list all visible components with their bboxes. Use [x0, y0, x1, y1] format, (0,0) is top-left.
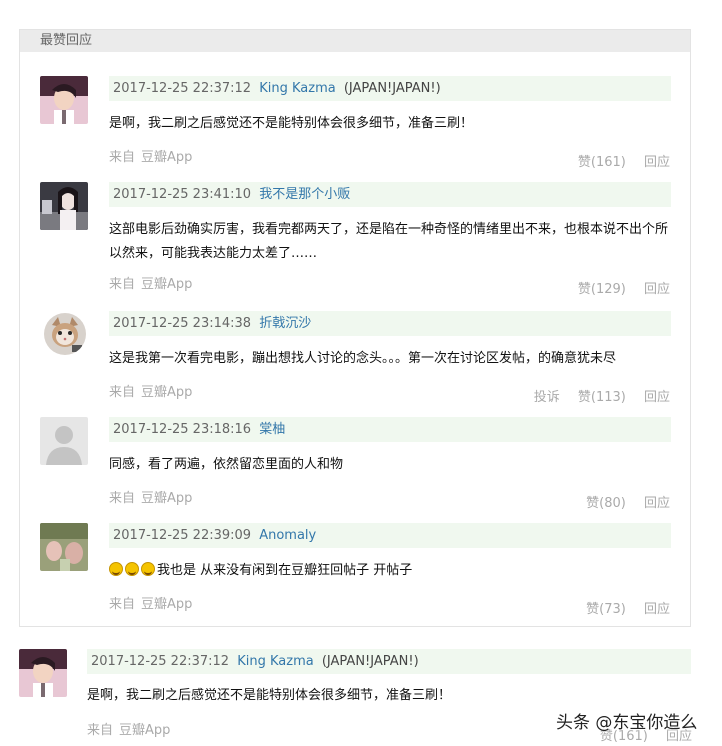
source-prefix: 来自 — [109, 385, 136, 400]
reply-button[interactable]: 回应 — [644, 390, 670, 405]
source-prefix: 来自 — [87, 723, 114, 738]
reply-button[interactable]: 回应 — [644, 496, 670, 511]
comment-actions: 赞(129) 回应 — [564, 278, 670, 297]
source-app-link[interactable]: 豆瓣App — [141, 597, 192, 612]
comment-actions: 赞(80) 回应 — [572, 492, 670, 511]
laughing-emoji-icon — [109, 562, 123, 576]
comment-source: 来自 豆瓣App — [109, 487, 192, 506]
comment-meta: 2017-12-25 22:39:09 Anomaly — [109, 523, 671, 548]
laughing-emoji-icon — [125, 562, 139, 576]
comment-actions: 赞(161) 回应 — [564, 151, 670, 170]
laughing-emoji-icon — [141, 562, 155, 576]
comment-source: 来自 豆瓣App — [109, 146, 192, 165]
like-button[interactable]: 赞(73) — [586, 602, 626, 617]
comment-source: 来自 豆瓣App — [109, 593, 192, 612]
reply-button[interactable]: 回应 — [644, 602, 670, 617]
source-prefix: 来自 — [109, 597, 136, 612]
comment-user-link[interactable]: King Kazma — [237, 654, 313, 669]
comment-source: 来自 豆瓣App — [87, 719, 170, 738]
comment-text: 这部电影后劲确实厉害，我看完都两天了，还是陷在一种奇怪的情绪里出不来，也根本说不… — [109, 222, 669, 261]
comment-time: 2017-12-25 22:37:12 — [91, 654, 230, 669]
comment-source: 来自 豆瓣App — [109, 273, 192, 292]
avatar[interactable] — [44, 313, 86, 355]
comment-time: 2017-12-25 23:41:10 — [113, 187, 252, 202]
comment-meta: 2017-12-25 22:37:12 King Kazma (JAPAN!JA… — [87, 649, 691, 674]
avatar[interactable] — [40, 523, 88, 571]
avatar[interactable] — [19, 649, 67, 697]
comment-user-link[interactable]: Anomaly — [259, 528, 316, 543]
comment-meta: 2017-12-25 23:41:10 我不是那个小贩 — [109, 182, 671, 207]
comment-text: 是啊，我二刷之后感觉还不是能特别体会很多细节，准备三刷！ — [87, 688, 452, 703]
source-app-link[interactable]: 豆瓣App — [141, 385, 192, 400]
reply-button[interactable]: 回应 — [644, 282, 670, 297]
comment-time: 2017-12-25 22:37:12 — [113, 81, 252, 96]
comment-user-extra: (JAPAN!JAPAN!) — [343, 81, 441, 96]
comment-text-body: 我也是 从来没有闲到在豆瓣狂回帖子 开帖子 — [157, 563, 413, 578]
comment-time: 2017-12-25 23:18:16 — [113, 422, 252, 437]
like-button[interactable]: 赞(161) — [578, 155, 626, 170]
comment-time: 2017-12-25 22:39:09 — [113, 528, 252, 543]
comment-user-link[interactable]: King Kazma — [259, 81, 335, 96]
default-avatar[interactable] — [40, 417, 88, 465]
comment-text: 同感，看了两遍，依然留恋里面的人和物 — [109, 457, 344, 472]
source-app-link[interactable]: 豆瓣App — [141, 150, 192, 165]
comment-source: 来自 豆瓣App — [109, 381, 192, 400]
section-title: 最赞回应 — [20, 30, 690, 52]
source-app-link[interactable]: 豆瓣App — [119, 723, 170, 738]
report-button[interactable]: 投诉 — [534, 390, 560, 405]
comment-actions: 投诉 赞(113) 回应 — [520, 386, 670, 405]
avatar[interactable] — [40, 182, 88, 230]
comment-user-link[interactable]: 折戟沉沙 — [259, 316, 311, 331]
like-button[interactable]: 赞(80) — [586, 496, 626, 511]
comment-meta: 2017-12-25 22:37:12 King Kazma (JAPAN!JA… — [109, 76, 671, 101]
source-prefix: 来自 — [109, 277, 136, 292]
comment-user-extra: (JAPAN!JAPAN!) — [321, 654, 419, 669]
reply-button[interactable]: 回应 — [644, 155, 670, 170]
comment-actions: 赞(73) 回应 — [572, 598, 670, 617]
top-replies-panel: 最赞回应 2017-12-25 22:37:12 King Kazma (JAP… — [19, 29, 691, 627]
source-prefix: 来自 — [109, 150, 136, 165]
source-app-link[interactable]: 豆瓣App — [141, 491, 192, 506]
like-button[interactable]: 赞(129) — [578, 282, 626, 297]
comment-text: 我也是 从来没有闲到在豆瓣狂回帖子 开帖子 — [109, 559, 679, 583]
comment-time: 2017-12-25 23:14:38 — [113, 316, 252, 331]
comment-text: 这是我第一次看完电影，蹦出想找人讨论的念头。。。第一次在讨论区发帖，的确意犹未尽 — [109, 351, 617, 366]
source-app-link[interactable]: 豆瓣App — [141, 277, 192, 292]
comment-meta: 2017-12-25 23:18:16 棠柚 — [109, 417, 671, 442]
like-button[interactable]: 赞(113) — [578, 390, 626, 405]
source-prefix: 来自 — [109, 491, 136, 506]
comment-text: 是啊，我二刷之后感觉还不是能特别体会很多细节，准备三刷！ — [109, 116, 474, 131]
watermark: 头条 @东宝你造么 — [556, 713, 698, 733]
comment-meta: 2017-12-25 23:14:38 折戟沉沙 — [109, 311, 671, 336]
avatar[interactable] — [40, 76, 88, 124]
comment-user-link[interactable]: 棠柚 — [259, 422, 285, 437]
comment-user-link[interactable]: 我不是那个小贩 — [259, 187, 350, 202]
